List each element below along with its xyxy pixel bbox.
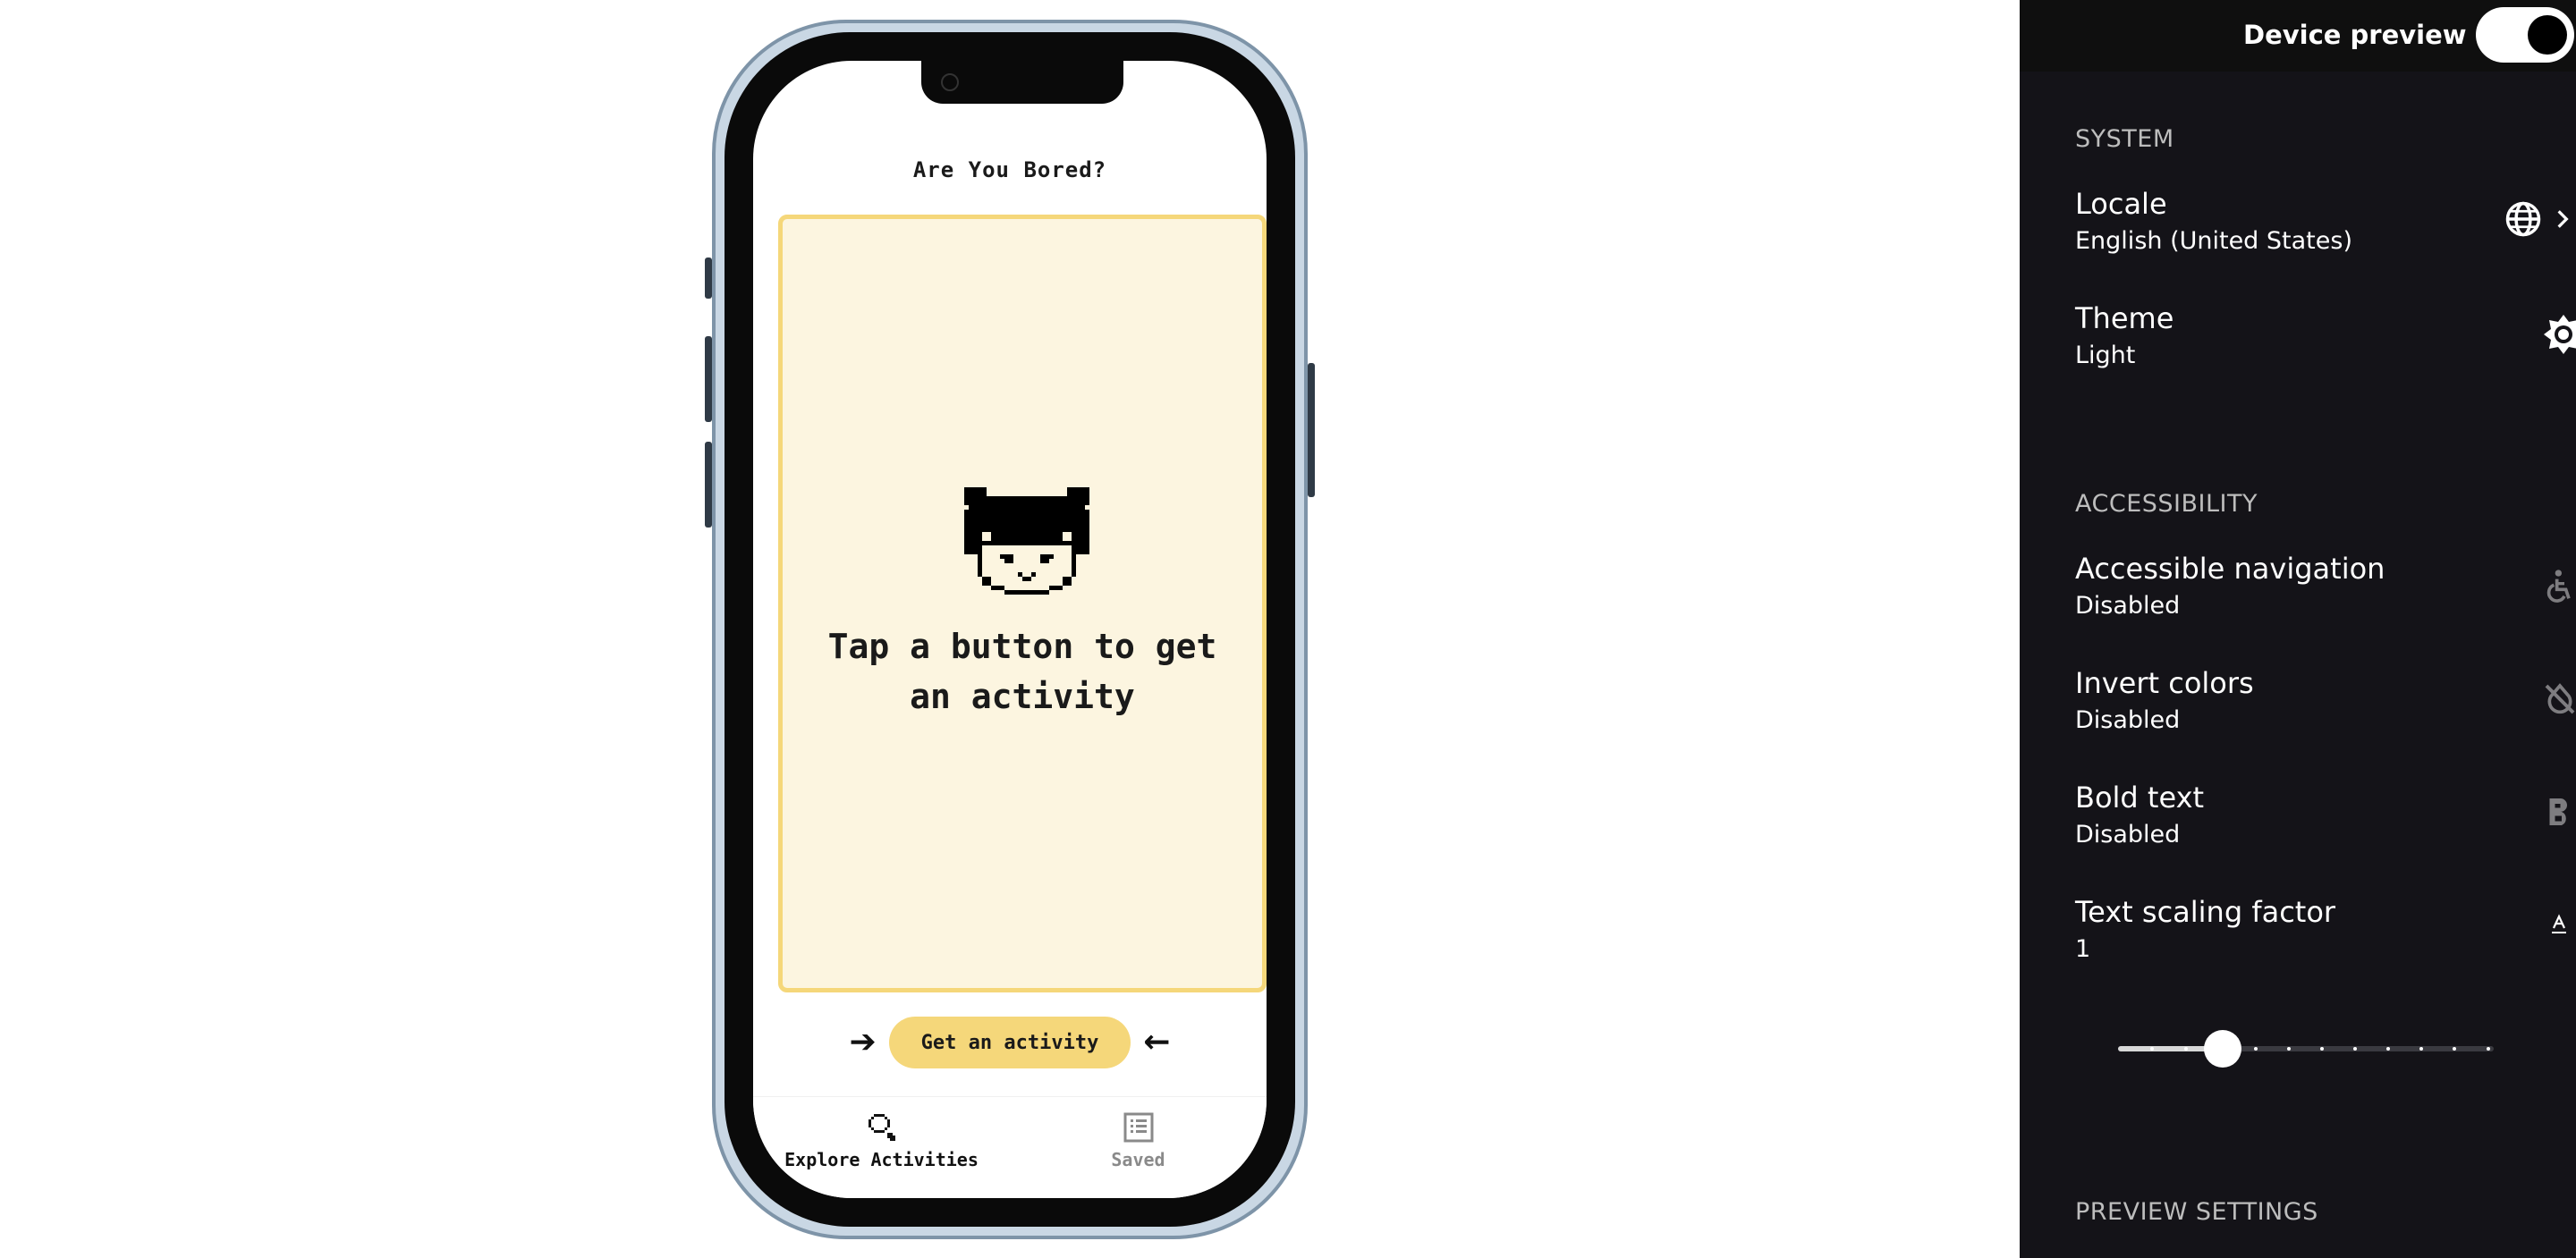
get-activity-button[interactable]: Get an activity (888, 1017, 1131, 1068)
nav-label-saved: Saved (1111, 1149, 1165, 1170)
slider-tick (2353, 1047, 2357, 1051)
arrow-left-icon: ← (1143, 1024, 1171, 1060)
phone-volume-up-button (705, 336, 712, 422)
card-message: Tap a button to get an activity (827, 627, 1217, 716)
activity-card: Tap a button to get an activity (778, 215, 1267, 992)
pixel-avatar-icon (964, 487, 1089, 595)
brightness-icon (2544, 315, 2576, 354)
panel-header: Device preview (2020, 0, 2576, 72)
slider-tick (2386, 1047, 2390, 1051)
bottom-navigation: Explore Activities Saved (753, 1096, 1267, 1198)
section-title-preview-settings: PREVIEW SETTINGS (2075, 1198, 2318, 1226)
phone-bezel: Are You Bored? Tap a button to get an ac… (724, 32, 1295, 1227)
accessible-navigation-icon-wrap (2542, 567, 2576, 606)
setting-bold-text[interactable]: Bold text Disabled (2075, 778, 2576, 867)
phone-screen: Are You Bored? Tap a button to get an ac… (753, 61, 1267, 1198)
slider-tick (2453, 1047, 2456, 1051)
bold-icon (2549, 798, 2567, 825)
theme-value: Light (2075, 342, 2136, 369)
slider-thumb[interactable] (2204, 1030, 2241, 1068)
setting-locale[interactable]: Locale English (United States) (2075, 184, 2576, 274)
globe-icon (2505, 201, 2541, 237)
invert-colors-icon-wrap (2542, 681, 2576, 717)
nav-label-explore: Explore Activities (784, 1149, 979, 1170)
bold-text-value: Disabled (2075, 821, 2181, 849)
phone-notch (921, 61, 1123, 104)
list-icon (1123, 1112, 1153, 1143)
text-scaling-value: 1 (2075, 935, 2091, 963)
slider-tick (2150, 1047, 2154, 1051)
app-title: Are You Bored? (912, 157, 1107, 182)
bold-text-icon-wrap (2546, 796, 2572, 828)
setting-invert-colors[interactable]: Invert colors Disabled (2075, 663, 2576, 753)
device-preview-toggle[interactable] (2476, 7, 2574, 63)
locale-icons (2504, 200, 2574, 238)
theme-label: Theme (2075, 301, 2174, 335)
arrow-right-icon: ➔ (849, 1024, 877, 1060)
phone-volume-down-button (705, 442, 712, 528)
nav-item-saved[interactable]: Saved (1010, 1097, 1267, 1198)
action-row: ➔ Get an activity ← (753, 1016, 1267, 1069)
slider-tick (2487, 1047, 2490, 1051)
invert-colors-off-icon (2545, 683, 2575, 714)
text-scaling-label: Text scaling factor (2075, 895, 2336, 929)
chevron-right-icon (2557, 210, 2569, 228)
search-icon (868, 1114, 895, 1141)
section-title-system: SYSTEM (2075, 125, 2174, 153)
setting-accessible-navigation[interactable]: Accessible navigation Disabled (2075, 549, 2576, 638)
accessible-navigation-value: Disabled (2075, 592, 2181, 620)
text-scaling-icon-wrap (2549, 914, 2569, 935)
slider-tick (2254, 1047, 2258, 1051)
camera-icon (941, 73, 959, 91)
setting-text-scaling[interactable]: Text scaling factor 1 (2075, 892, 2576, 982)
phone-side-button (705, 258, 712, 299)
locale-value: English (United States) (2075, 227, 2352, 255)
invert-colors-label: Invert colors (2075, 666, 2254, 700)
text-size-icon (2552, 914, 2566, 933)
slider-tick (2184, 1047, 2188, 1051)
accessibility-icon (2546, 570, 2571, 603)
invert-colors-value: Disabled (2075, 706, 2181, 734)
slider-tick (2287, 1047, 2291, 1051)
slider-tick (2419, 1047, 2423, 1051)
theme-icon-wrap (2542, 313, 2576, 356)
nav-item-explore[interactable]: Explore Activities (753, 1097, 1010, 1198)
locale-label: Locale (2075, 187, 2167, 221)
phone-power-button (1308, 363, 1315, 497)
toggle-knob (2528, 15, 2567, 55)
device-preview-label: Device preview (2243, 20, 2467, 50)
device-preview-panel: Device preview SYSTEM Locale English (Un… (2020, 0, 2576, 1258)
setting-theme[interactable]: Theme Light (2075, 299, 2576, 388)
text-scaling-slider[interactable] (2118, 1030, 2494, 1068)
section-title-accessibility: ACCESSIBILITY (2075, 490, 2258, 518)
accessible-navigation-label: Accessible navigation (2075, 552, 2385, 586)
bold-text-label: Bold text (2075, 781, 2205, 815)
device-frame: Are You Bored? Tap a button to get an ac… (705, 20, 1315, 1239)
slider-tick (2320, 1047, 2324, 1051)
